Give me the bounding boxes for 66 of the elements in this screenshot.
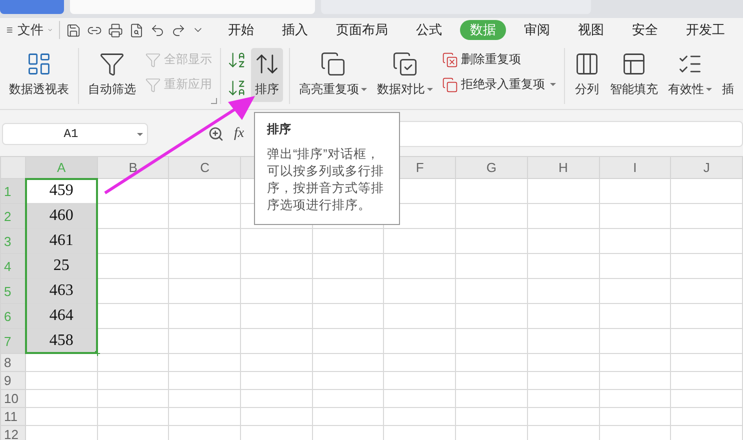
filter-icon xyxy=(145,52,161,68)
table-cell[interactable]: 460 xyxy=(25,204,98,228)
column-header[interactable]: H xyxy=(527,156,600,178)
redo-icon[interactable] xyxy=(171,22,186,38)
ribbon-tab[interactable]: 开始 xyxy=(218,20,264,40)
ribbon-tab[interactable]: 视图 xyxy=(568,20,614,40)
ribbon-button[interactable]: 高亮重复项 xyxy=(296,48,370,102)
column-header[interactable]: B xyxy=(97,156,169,178)
ribbon-tab[interactable]: 页面布局 xyxy=(326,20,398,40)
ribbon-tab[interactable]: 插入 xyxy=(272,20,318,40)
caret-icon xyxy=(550,83,556,86)
row-header[interactable]: 12 xyxy=(0,426,26,440)
remove-duplicates-icon xyxy=(442,52,458,68)
ribbon-button[interactable]: 数据对比 xyxy=(374,48,436,102)
ribbon-button[interactable]: 数据透视表 xyxy=(6,48,72,102)
smart-fill-icon xyxy=(621,51,647,77)
row-header[interactable]: 9 xyxy=(0,372,26,390)
zoom-icon[interactable] xyxy=(208,126,224,142)
column-header[interactable]: C xyxy=(168,156,241,178)
table-cell[interactable]: 458 xyxy=(25,328,98,354)
ribbon-button[interactable]: 排序 xyxy=(251,48,283,102)
name-box[interactable]: A1 xyxy=(2,123,148,145)
highlight-duplicates-icon xyxy=(320,51,346,77)
table-cell[interactable]: 459 xyxy=(25,178,98,204)
save-icon[interactable] xyxy=(66,22,81,38)
ribbon-button[interactable]: 智能填充 xyxy=(607,48,661,102)
table-cell[interactable]: 463 xyxy=(25,278,98,304)
column-header[interactable]: G xyxy=(456,156,528,178)
column-header[interactable]: J xyxy=(670,156,742,178)
file-menu[interactable]: 文件 xyxy=(13,19,48,41)
sort-ascending-icon[interactable] xyxy=(227,50,247,70)
table-cell[interactable]: 25 xyxy=(25,254,98,278)
print-icon[interactable] xyxy=(108,22,123,38)
ribbon-small-button[interactable]: 拒绝录入重复项 xyxy=(440,75,558,94)
caret-icon xyxy=(427,88,433,92)
ribbon-tab[interactable]: 安全 xyxy=(622,20,668,40)
row-header[interactable]: 8 xyxy=(0,354,26,372)
column-header[interactable]: I xyxy=(599,156,671,178)
pivot-table-icon xyxy=(26,51,52,77)
ribbon-tab[interactable]: 审阅 xyxy=(514,20,560,40)
caret-icon xyxy=(137,132,143,136)
dialog-launcher-icon[interactable] xyxy=(211,98,217,104)
table-cell[interactable]: 464 xyxy=(25,304,98,328)
tooltip-title: 排序 xyxy=(267,121,292,138)
ribbon-tab[interactable]: 开发工 xyxy=(676,20,735,40)
filter-icon xyxy=(99,51,125,77)
ribbon-button[interactable]: 自动筛选 xyxy=(85,48,139,102)
print-preview-icon[interactable] xyxy=(129,22,144,38)
filter-icon xyxy=(145,76,161,92)
sort-descending-icon[interactable] xyxy=(227,78,247,98)
function-label[interactable]: fx xyxy=(234,126,244,142)
caret-icon xyxy=(706,88,712,92)
undo-icon[interactable] xyxy=(150,22,165,38)
compare-data-icon xyxy=(392,51,418,77)
table-cell[interactable]: 461 xyxy=(25,228,98,254)
split-columns-icon xyxy=(574,51,600,77)
ribbon-tab[interactable]: 公式 xyxy=(406,20,452,40)
ribbon-button[interactable]: 有效性 xyxy=(665,48,715,102)
ribbon-button[interactable]: 分列 xyxy=(571,48,603,102)
tooltip-text: 弹出“排序”对话框，可以按多列或多行排序，按拼音方式等排序选项进行排序。 xyxy=(267,146,385,214)
row-header[interactable]: 11 xyxy=(0,408,26,426)
ribbon-button[interactable]: 插 xyxy=(719,48,737,102)
reject-duplicates-icon xyxy=(442,76,458,92)
row-header[interactable]: 10 xyxy=(0,390,26,408)
caret-icon xyxy=(361,88,367,92)
ribbon-small-button[interactable]: 删除重复项 xyxy=(440,50,558,69)
